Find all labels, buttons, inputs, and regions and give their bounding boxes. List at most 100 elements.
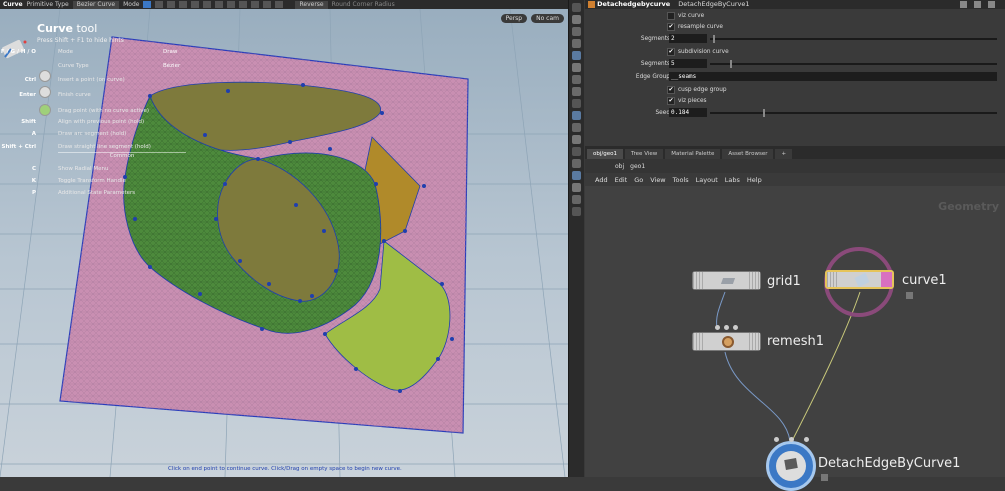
grid-snap-icon[interactable] xyxy=(275,1,284,8)
input-connector[interactable] xyxy=(804,437,809,442)
param-checkbox-label: subdivision curve xyxy=(678,49,729,55)
info-icon[interactable] xyxy=(988,1,995,8)
param-checkbox[interactable]: ✔ xyxy=(667,97,675,105)
input-connector[interactable] xyxy=(715,325,720,330)
hud-label: Toggle Transform Handle xyxy=(58,178,126,184)
menu-layout[interactable]: Layout xyxy=(696,176,718,184)
hud-label: Show Radial Menu xyxy=(58,166,109,172)
mode-freehand-icon[interactable] xyxy=(155,1,164,8)
lock-icon[interactable] xyxy=(572,3,581,12)
menu-view[interactable]: View xyxy=(650,176,665,184)
mode-edit-icon[interactable] xyxy=(203,1,212,8)
param-value-field[interactable]: 0.184 xyxy=(669,108,707,117)
mode-straight-icon[interactable] xyxy=(191,1,200,8)
reverse-button[interactable]: Reverse xyxy=(295,0,328,9)
mouse-left-icon xyxy=(39,70,51,82)
mode-arc-icon[interactable] xyxy=(167,1,176,8)
node-name-field[interactable]: DetachEdgeByCurve1 xyxy=(678,0,749,8)
slider-handle[interactable] xyxy=(730,60,732,68)
hud-row: A Draw arc segment (hold) xyxy=(0,129,200,139)
path-obj[interactable]: obj xyxy=(615,163,624,170)
primitive-type-dropdown[interactable]: Bezier Curve xyxy=(72,0,120,9)
hud-key: C xyxy=(31,166,36,172)
hud-row: Curve Type Bézier xyxy=(0,61,200,71)
slider-handle[interactable] xyxy=(713,35,715,43)
ghost-icon[interactable] xyxy=(572,39,581,48)
viewport-status: Click on end point to continue curve. Cl… xyxy=(168,466,402,472)
menu-edit[interactable]: Edit xyxy=(615,176,628,184)
tab-material-palette[interactable]: Material Palette xyxy=(665,149,721,159)
grid-icon[interactable] xyxy=(572,87,581,96)
network-canvas[interactable]: Geometry grid1 remesh1 curve1 DetachEdge… xyxy=(585,186,1005,491)
viewport-toolbar xyxy=(568,0,584,477)
snap-point-icon[interactable] xyxy=(572,99,581,108)
pose-icon[interactable] xyxy=(572,159,581,168)
mode-draw-icon[interactable] xyxy=(143,1,152,8)
param-label: Seed xyxy=(655,110,671,116)
mode-more-icon[interactable] xyxy=(251,1,260,8)
node-wires xyxy=(716,291,861,442)
param-checkbox[interactable]: ✔ xyxy=(667,23,675,31)
input-connector[interactable] xyxy=(774,437,779,442)
transform-icon[interactable] xyxy=(572,135,581,144)
node-label-detach: DetachEdgeByCurve1 xyxy=(818,456,961,471)
tab-geo1[interactable]: obj/geo1 xyxy=(587,149,623,159)
menu-labs[interactable]: Labs xyxy=(725,176,740,184)
measure-icon[interactable] xyxy=(572,123,581,132)
hud-label: Finish curve xyxy=(58,92,91,98)
light-icon[interactable] xyxy=(572,27,581,36)
param-value-field[interactable]: 2 xyxy=(669,34,707,43)
mode-circle-icon[interactable] xyxy=(227,1,236,8)
path-geo1[interactable]: geo1 xyxy=(630,163,645,170)
node-detachedgebycurve1[interactable] xyxy=(766,441,816,491)
tab-asset-browser[interactable]: Asset Browser xyxy=(722,149,774,159)
param-slider[interactable] xyxy=(710,60,997,68)
snap-grid-icon[interactable] xyxy=(572,111,581,120)
camera-icon[interactable] xyxy=(572,15,581,24)
shading-icon[interactable] xyxy=(572,75,581,84)
slider-handle[interactable] xyxy=(763,109,765,117)
node-grid1[interactable] xyxy=(692,271,761,290)
hud-row: F / G / H / O Mode Draw xyxy=(0,47,200,57)
mode-nurbs-icon[interactable] xyxy=(215,1,224,8)
handle-icon[interactable] xyxy=(572,147,581,156)
menu-add[interactable]: Add xyxy=(595,176,608,184)
snap-icon[interactable] xyxy=(263,1,272,8)
hud-row: Enter Finish curve xyxy=(0,90,200,100)
mode-bezier-icon[interactable] xyxy=(239,1,248,8)
input-connector[interactable] xyxy=(789,437,794,442)
wireframe-icon[interactable] xyxy=(572,63,581,72)
add-tab-button[interactable]: + xyxy=(775,149,793,159)
param-checkbox[interactable]: ✔ xyxy=(667,48,675,56)
node-curve1[interactable] xyxy=(825,270,894,289)
param-checkbox[interactable] xyxy=(667,12,675,20)
hud-label: Draw straight line segment (hold) xyxy=(58,144,151,150)
hud-label: Drag point (with no curve active) xyxy=(58,108,150,114)
gear-icon[interactable] xyxy=(960,1,967,8)
menu-go[interactable]: Go xyxy=(634,176,643,184)
input-connector[interactable] xyxy=(733,325,738,330)
layout-icon[interactable] xyxy=(572,195,581,204)
scene-viewport[interactable]: Curve Primitive Type Bezier Curve Mode R… xyxy=(0,0,568,477)
mode-tangent-icon[interactable] xyxy=(179,1,188,8)
hud-label: Insert a point (on curve) xyxy=(58,77,125,83)
persp-button[interactable]: Persp xyxy=(500,14,528,23)
render-icon[interactable] xyxy=(572,171,581,180)
edge-group-field[interactable]: __seams xyxy=(669,72,997,81)
menu-tools[interactable]: Tools xyxy=(673,176,689,184)
flipbook-icon[interactable] xyxy=(572,183,581,192)
network-tabs: obj/geo1 Tree View Material Palette Asse… xyxy=(585,146,1005,159)
input-connector[interactable] xyxy=(724,325,729,330)
menu-help[interactable]: Help xyxy=(747,176,762,184)
settings-icon[interactable] xyxy=(572,207,581,216)
param-value-field[interactable]: 5 xyxy=(669,59,707,68)
param-checkbox[interactable]: ✔ xyxy=(667,86,675,94)
tab-tree-view[interactable]: Tree View xyxy=(624,149,664,159)
display-icon[interactable] xyxy=(572,51,581,60)
curve-node-icon xyxy=(854,272,870,288)
node-remesh1[interactable] xyxy=(692,332,761,351)
help-icon[interactable] xyxy=(974,1,981,8)
camera-button[interactable]: No cam xyxy=(531,14,564,23)
param-slider[interactable] xyxy=(710,35,997,43)
param-slider[interactable] xyxy=(710,109,997,117)
